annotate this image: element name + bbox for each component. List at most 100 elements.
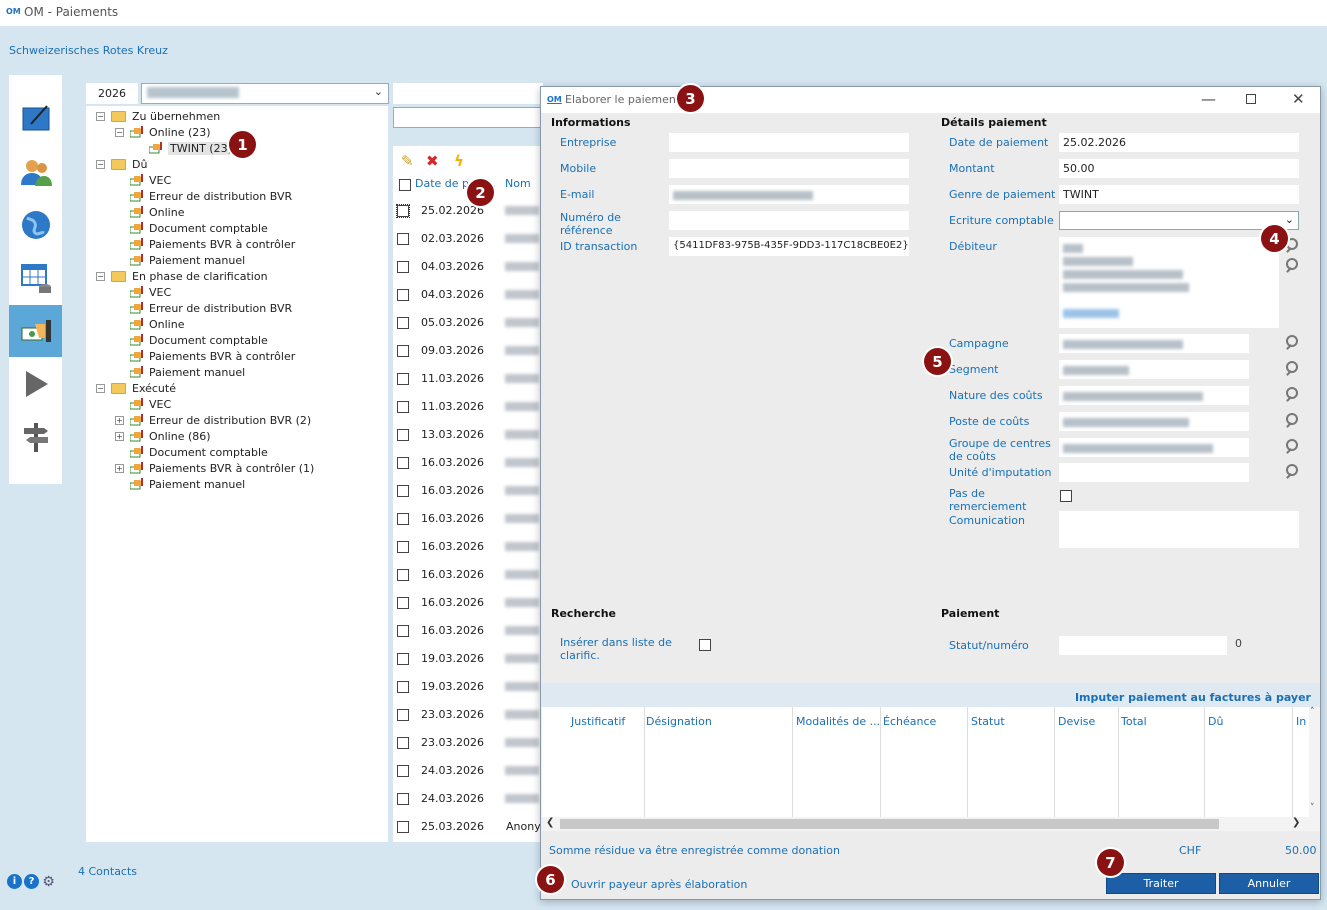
field-reference[interactable] (669, 211, 909, 230)
table-row[interactable]: 25.02.2026 (393, 198, 543, 226)
maximize-icon[interactable] (1246, 94, 1256, 104)
field-campagne[interactable] (1059, 334, 1249, 353)
grid-column-header[interactable]: Désignation (646, 715, 712, 728)
gear-icon[interactable]: ⚙ (41, 874, 56, 890)
nature-search-icon[interactable] (1283, 386, 1301, 404)
grid-horizontal-scrollbar[interactable]: ❮ ❯ (542, 817, 1320, 831)
contacts-icon[interactable] (9, 146, 62, 198)
filter-combo[interactable]: ⌄ (141, 83, 389, 104)
grid-column-header[interactable]: Modalités de ... (796, 715, 880, 728)
row-checkbox[interactable] (397, 401, 409, 413)
select-all-checkbox[interactable] (399, 179, 411, 191)
field-unite-imputation[interactable] (1059, 463, 1249, 482)
table-row[interactable]: 11.03.2026 (393, 366, 543, 394)
tree-node[interactable]: Paiement manuel (115, 476, 245, 492)
tree-node[interactable]: − Online (23) (115, 124, 211, 140)
field-entreprise[interactable] (669, 133, 909, 152)
tree-node[interactable]: Erreur de distribution BVR (115, 188, 292, 204)
expand-icon[interactable]: + (115, 431, 124, 441)
lightning-icon[interactable]: ϟ (454, 152, 464, 170)
tree-node[interactable]: Paiement manuel (115, 364, 245, 380)
table-row[interactable]: 04.03.2026 (393, 282, 543, 310)
row-checkbox[interactable] (397, 597, 409, 609)
tree-node[interactable]: TWINT (23) (134, 140, 234, 156)
table-row[interactable]: 16.03.2026 (393, 450, 543, 478)
table-row[interactable]: 02.03.2026 (393, 226, 543, 254)
table-row[interactable]: 23.03.2026 (393, 702, 543, 730)
traiter-button[interactable]: Traiter (1106, 873, 1216, 894)
groupe-search-icon[interactable] (1283, 438, 1301, 456)
scroll-up-icon[interactable]: ˄ (1310, 707, 1315, 717)
row-checkbox[interactable] (397, 261, 409, 273)
minimize-icon[interactable]: — (1201, 90, 1216, 108)
field-transaction[interactable]: {5411DF83-975B-435F-9DD3-117C18CBE0E2} (669, 237, 909, 256)
collapse-icon[interactable]: − (96, 159, 105, 169)
tree-node[interactable]: VEC (115, 396, 171, 412)
grid-column-header[interactable]: Devise (1058, 715, 1095, 728)
annuler-button[interactable]: Annuler (1219, 873, 1319, 894)
tree-node[interactable]: Document comptable (115, 444, 268, 460)
row-checkbox[interactable] (397, 345, 409, 357)
row-checkbox[interactable] (397, 485, 409, 497)
row-checkbox[interactable] (397, 317, 409, 329)
year-field[interactable]: 2026 (86, 83, 138, 104)
tree-node[interactable]: − Zu übernehmen (96, 108, 220, 124)
field-groupe-centres[interactable] (1059, 438, 1249, 457)
row-checkbox[interactable] (397, 569, 409, 581)
grid-column-header[interactable]: Justificatif (571, 715, 625, 728)
grid-column-header[interactable]: Total (1121, 715, 1147, 728)
row-checkbox[interactable] (397, 373, 409, 385)
expand-icon[interactable]: + (115, 463, 124, 473)
table-row[interactable]: 05.03.2026 (393, 310, 543, 338)
table-row[interactable]: 13.03.2026 (393, 422, 543, 450)
tree-node[interactable]: + Online (86) (115, 428, 211, 444)
field-mobile[interactable] (669, 159, 909, 178)
table-row[interactable]: 16.03.2026 (393, 534, 543, 562)
help-icon[interactable]: ? (24, 874, 39, 889)
field-segment[interactable] (1059, 360, 1249, 379)
info-icon[interactable]: i (7, 874, 22, 889)
table-row[interactable]: 19.03.2026 (393, 674, 543, 702)
table-row[interactable]: 16.03.2026 (393, 478, 543, 506)
table-row[interactable]: 11.03.2026 (393, 394, 543, 422)
close-icon[interactable]: ✕ (1292, 90, 1305, 108)
ouvrir-payeur-option[interactable]: Ouvrir payeur après élaboration (571, 878, 747, 891)
row-checkbox[interactable] (397, 541, 409, 553)
checkbox-inserer-clarific[interactable] (699, 639, 711, 651)
grid-column-header[interactable]: In (1296, 715, 1306, 728)
field-communication[interactable] (1059, 511, 1299, 548)
grid-column-header[interactable]: Échéance (883, 715, 936, 728)
tree-node[interactable]: Paiements BVR à contrôler (115, 348, 295, 364)
scroll-down-icon[interactable]: ˅ (1310, 803, 1315, 813)
collapse-icon[interactable]: − (96, 383, 105, 393)
list-search-input[interactable] (393, 107, 543, 128)
table-row[interactable]: 16.03.2026 (393, 506, 543, 534)
tree-node[interactable]: Erreur de distribution BVR (115, 300, 292, 316)
row-checkbox[interactable] (397, 765, 409, 777)
scroll-right-icon[interactable]: ❯ (1292, 817, 1300, 828)
tree-node[interactable]: Document comptable (115, 332, 268, 348)
field-debiteur[interactable] (1059, 237, 1279, 328)
row-checkbox[interactable] (397, 513, 409, 525)
grid-column-header[interactable]: Statut (971, 715, 1005, 728)
table-row[interactable]: 16.03.2026 (393, 590, 543, 618)
tree-node[interactable]: Online (115, 316, 184, 332)
table-row[interactable]: 24.03.2026 (393, 786, 543, 814)
imputer-paiement-link[interactable]: Imputer paiement au factures à payer (1075, 691, 1311, 704)
column-name[interactable]: Nom (505, 177, 531, 193)
payments-icon[interactable] (9, 305, 62, 357)
grid-column-header[interactable]: Dû (1208, 715, 1223, 728)
row-checkbox[interactable] (397, 709, 409, 721)
globe-icon[interactable] (9, 199, 62, 251)
row-checkbox[interactable] (397, 821, 409, 833)
table-row[interactable]: 23.03.2026 (393, 730, 543, 758)
collapse-icon[interactable]: − (96, 111, 105, 121)
field-date-paiement[interactable]: 25.02.2026 (1059, 133, 1299, 152)
collapse-icon[interactable]: − (115, 127, 124, 137)
campagne-search-icon[interactable] (1283, 334, 1301, 352)
table-row[interactable]: 19.03.2026 (393, 646, 543, 674)
tree-node[interactable]: VEC (115, 172, 171, 188)
table-row[interactable]: 24.03.2026 (393, 758, 543, 786)
row-checkbox[interactable] (397, 653, 409, 665)
row-checkbox[interactable] (397, 681, 409, 693)
